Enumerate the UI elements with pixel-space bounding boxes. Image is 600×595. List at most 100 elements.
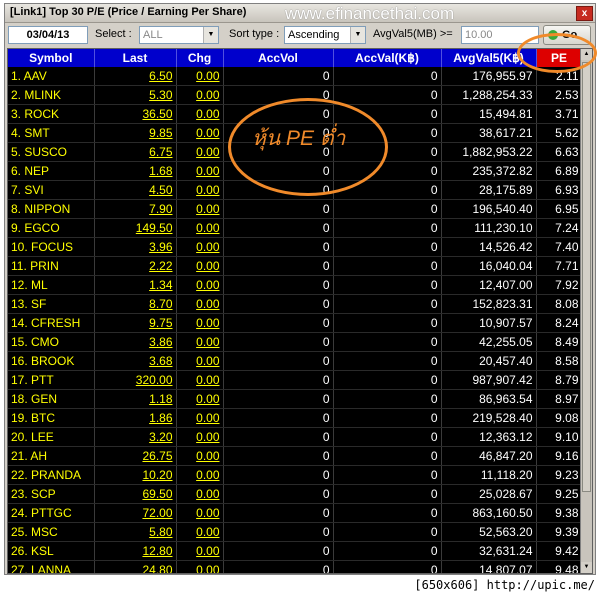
table-row[interactable]: 14. CFRESH 9.75 0.00 0 0 10,907.57 8.24 (8, 313, 583, 333)
chevron-down-icon[interactable]: ▼ (350, 27, 365, 43)
table-row[interactable]: 16. BROOK 3.68 0.00 0 0 20,457.40 8.58 (8, 351, 583, 371)
table-cell[interactable]: 9.75 (94, 313, 177, 333)
table-cell[interactable]: 0.00 (176, 332, 224, 352)
select-dropdown[interactable]: ALL ▼ (139, 26, 219, 44)
table-row[interactable]: 9. EGCO 149.50 0.00 0 0 111,230.10 7.24 (8, 218, 583, 238)
table-cell: 8. NIPPON (8, 199, 95, 219)
table-cell[interactable]: 0.00 (176, 294, 224, 314)
table-row[interactable]: 19. BTC 1.86 0.00 0 0 219,528.40 9.08 (8, 408, 583, 428)
table-cell: 6.93 (536, 180, 583, 200)
table-cell[interactable]: 10.20 (94, 465, 177, 485)
table-cell[interactable]: 0.00 (176, 522, 224, 542)
table-cell[interactable]: 6.75 (94, 142, 177, 162)
table-cell[interactable]: 5.30 (94, 85, 177, 105)
table-cell[interactable]: 0.00 (176, 351, 224, 371)
table-row[interactable]: 22. PRANDA 10.20 0.00 0 0 11,118.20 9.23 (8, 465, 583, 485)
table-cell[interactable]: 1.86 (94, 408, 177, 428)
table-cell: 38,617.21 (441, 123, 537, 143)
table-cell[interactable]: 8.70 (94, 294, 177, 314)
scroll-thumb[interactable] (582, 62, 591, 492)
table-cell: 235,372.82 (441, 161, 537, 181)
table-cell[interactable]: 72.00 (94, 503, 177, 523)
table-row[interactable]: 1. AAV 6.50 0.00 0 0 176,955.97 2.11 (8, 67, 583, 86)
table-row[interactable]: 21. AH 26.75 0.00 0 0 46,847.20 9.16 (8, 446, 583, 466)
table-cell[interactable]: 0.00 (176, 180, 224, 200)
table-cell[interactable]: 0.00 (176, 370, 224, 390)
table-cell[interactable]: 0.00 (176, 67, 224, 86)
table-cell[interactable]: 0.00 (176, 123, 224, 143)
table-cell[interactable]: 5.80 (94, 522, 177, 542)
table-row[interactable]: 13. SF 8.70 0.00 0 0 152,823.31 8.08 (8, 294, 583, 314)
table-row[interactable]: 24. PTTGC 72.00 0.00 0 0 863,160.50 9.38 (8, 503, 583, 523)
table-cell[interactable]: 26.75 (94, 446, 177, 466)
table-cell[interactable]: 1.18 (94, 389, 177, 409)
table-cell: 0 (333, 332, 442, 352)
table-row[interactable]: 26. KSL 12.80 0.00 0 0 32,631.24 9.42 (8, 541, 583, 561)
table-row[interactable]: 27. LANNA 24.80 0.00 0 0 14,807.07 9.48 (8, 560, 583, 573)
table-row[interactable]: 8. NIPPON 7.90 0.00 0 0 196,540.40 6.95 (8, 199, 583, 219)
column-header[interactable]: Symbol (8, 49, 95, 67)
table-row[interactable]: 23. SCP 69.50 0.00 0 0 25,028.67 9.25 (8, 484, 583, 504)
table-cell[interactable]: 4.50 (94, 180, 177, 200)
table-cell: 176,955.97 (441, 67, 537, 86)
table-cell[interactable]: 24.80 (94, 560, 177, 573)
table-cell[interactable]: 7.90 (94, 199, 177, 219)
column-header[interactable]: AccVol (223, 49, 334, 67)
table-row[interactable]: 10. FOCUS 3.96 0.00 0 0 14,526.42 7.40 (8, 237, 583, 257)
column-header[interactable]: AccVal(K฿) (333, 49, 442, 67)
table-cell[interactable]: 0.00 (176, 218, 224, 238)
scroll-down-icon[interactable]: ▼ (581, 562, 592, 573)
table-cell[interactable]: 0.00 (176, 256, 224, 276)
table-cell[interactable]: 0.00 (176, 313, 224, 333)
table-cell: 0 (333, 427, 442, 447)
table-row[interactable]: 11. PRIN 2.22 0.00 0 0 16,040.04 7.71 (8, 256, 583, 276)
table-cell[interactable]: 0.00 (176, 85, 224, 105)
vertical-scrollbar[interactable]: ▲ ▼ (580, 49, 592, 573)
table-cell[interactable]: 0.00 (176, 142, 224, 162)
table-cell[interactable]: 0.00 (176, 161, 224, 181)
sort-dropdown[interactable]: Ascending ▼ (284, 26, 366, 44)
table-cell[interactable]: 3.96 (94, 237, 177, 257)
table-cell[interactable]: 0.00 (176, 465, 224, 485)
table-cell[interactable]: 0.00 (176, 237, 224, 257)
table-row[interactable]: 17. PTT 320.00 0.00 0 0 987,907.42 8.79 (8, 370, 583, 390)
table-cell[interactable]: 0.00 (176, 541, 224, 561)
table-row[interactable]: 25. MSC 5.80 0.00 0 0 52,563.20 9.39 (8, 522, 583, 542)
table-cell[interactable]: 6.50 (94, 67, 177, 86)
table-cell: 0 (333, 294, 442, 314)
table-cell[interactable]: 69.50 (94, 484, 177, 504)
avgval-label: AvgVal5(MB) >= (373, 28, 453, 40)
table-cell[interactable]: 9.85 (94, 123, 177, 143)
close-icon[interactable]: x (576, 6, 593, 21)
table-cell[interactable]: 0.00 (176, 560, 224, 573)
table-cell[interactable]: 0.00 (176, 503, 224, 523)
table-cell[interactable]: 2.22 (94, 256, 177, 276)
table-cell[interactable]: 320.00 (94, 370, 177, 390)
table-cell[interactable]: 3.68 (94, 351, 177, 371)
table-cell[interactable]: 3.86 (94, 332, 177, 352)
table-row[interactable]: 18. GEN 1.18 0.00 0 0 86,963.54 8.97 (8, 389, 583, 409)
table-row[interactable]: 12. ML 1.34 0.00 0 0 12,407.00 7.92 (8, 275, 583, 295)
date-field[interactable]: 03/04/13 (8, 26, 88, 44)
table-cell[interactable]: 0.00 (176, 408, 224, 428)
table-cell[interactable]: 0.00 (176, 389, 224, 409)
table-cell[interactable]: 0.00 (176, 446, 224, 466)
table-cell[interactable]: 0.00 (176, 104, 224, 124)
table-cell: 0 (333, 370, 442, 390)
table-cell[interactable]: 12.80 (94, 541, 177, 561)
table-row[interactable]: 15. CMO 3.86 0.00 0 0 42,255.05 8.49 (8, 332, 583, 352)
table-cell: 0 (223, 67, 334, 86)
table-cell[interactable]: 0.00 (176, 427, 224, 447)
table-cell[interactable]: 0.00 (176, 275, 224, 295)
table-row[interactable]: 20. LEE 3.20 0.00 0 0 12,363.12 9.10 (8, 427, 583, 447)
table-cell[interactable]: 0.00 (176, 199, 224, 219)
table-cell[interactable]: 149.50 (94, 218, 177, 238)
column-header[interactable]: Chg (176, 49, 224, 67)
table-cell[interactable]: 3.20 (94, 427, 177, 447)
table-cell[interactable]: 0.00 (176, 484, 224, 504)
chevron-down-icon[interactable]: ▼ (203, 27, 218, 43)
column-header[interactable]: Last (94, 49, 177, 67)
table-cell[interactable]: 36.50 (94, 104, 177, 124)
table-cell[interactable]: 1.68 (94, 161, 177, 181)
table-cell[interactable]: 1.34 (94, 275, 177, 295)
